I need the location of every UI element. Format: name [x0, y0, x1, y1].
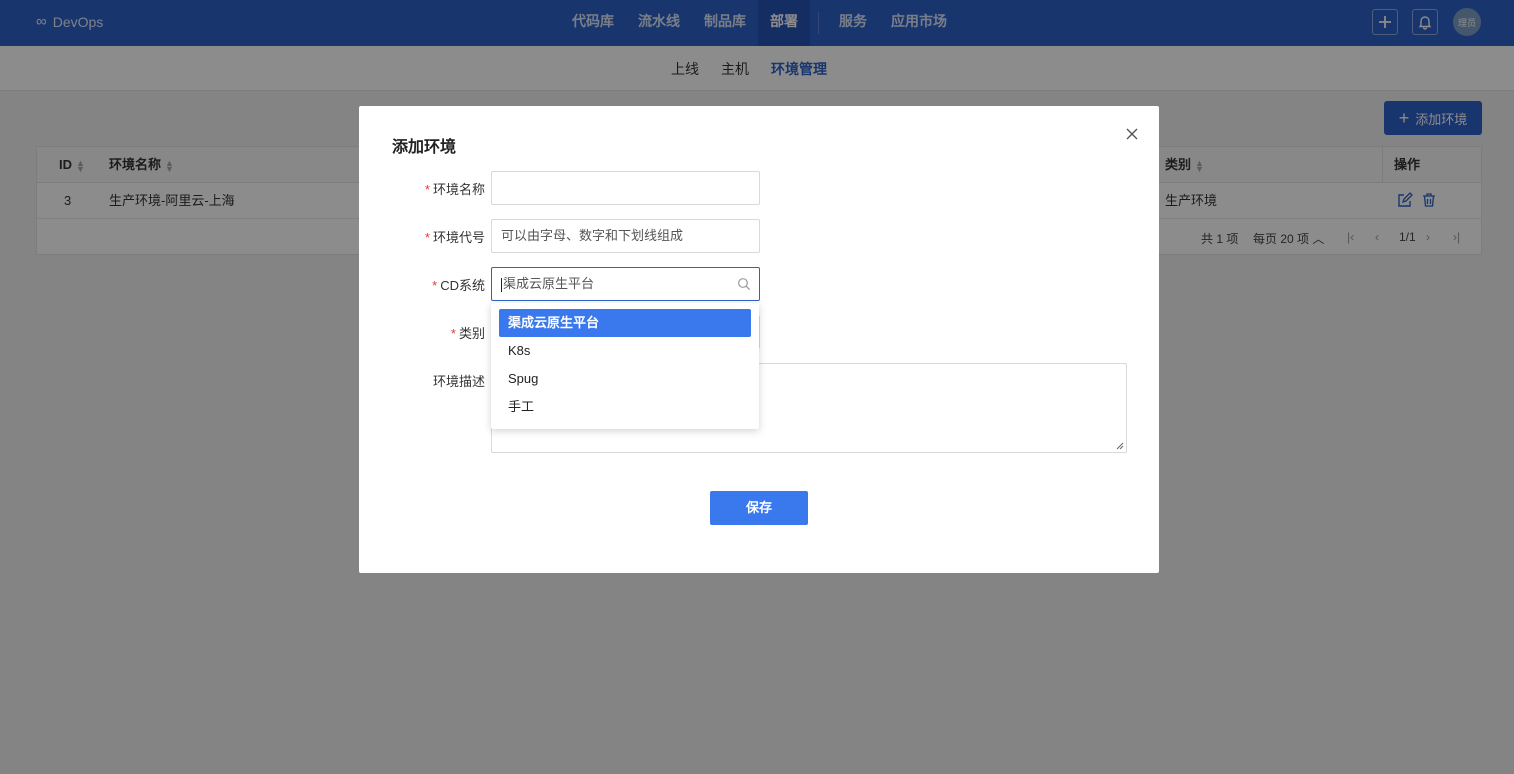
save-button[interactable]: 保存: [710, 491, 808, 525]
cd-system-label-text: CD系统: [440, 278, 485, 293]
category-label: * 类别: [359, 323, 485, 342]
env-name-label-text: 环境名称: [432, 182, 485, 197]
cd-system-value: 渠成云原生平台: [503, 276, 595, 291]
dropdown-option[interactable]: Spug: [499, 365, 751, 393]
env-code-label-text: 环境代号: [432, 230, 485, 245]
dropdown-option[interactable]: K8s: [499, 337, 751, 365]
resize-handle-icon[interactable]: [1116, 442, 1124, 450]
description-label: 环境描述: [432, 374, 485, 389]
dropdown-option[interactable]: 渠成云原生平台: [499, 309, 751, 337]
env-name-input[interactable]: [491, 171, 760, 205]
dialog-title: 添加环境: [392, 139, 457, 156]
dropdown-option[interactable]: 手工: [499, 393, 751, 421]
text-cursor: [501, 277, 502, 292]
cd-system-label: * CD系统: [359, 275, 485, 294]
cd-system-select[interactable]: 渠成云原生平台: [491, 267, 760, 301]
required-mark: *: [424, 230, 430, 245]
category-label-text: 类别: [458, 326, 485, 341]
close-icon[interactable]: [1122, 124, 1142, 144]
search-icon: [738, 278, 751, 291]
add-environment-dialog: 添加环境 * 环境名称 * 环境代号 可以由字母、数字和下划线组成 * CD系统 渠成…: [359, 106, 1159, 573]
required-mark: *: [432, 278, 438, 293]
env-name-label: * 环境名称: [359, 179, 485, 198]
required-mark: *: [450, 326, 456, 341]
cd-system-dropdown: 渠成云原生平台 K8s Spug 手工: [491, 303, 759, 429]
env-code-input[interactable]: 可以由字母、数字和下划线组成: [491, 219, 760, 253]
required-mark: *: [424, 182, 430, 197]
env-code-label: * 环境代号: [359, 227, 485, 246]
